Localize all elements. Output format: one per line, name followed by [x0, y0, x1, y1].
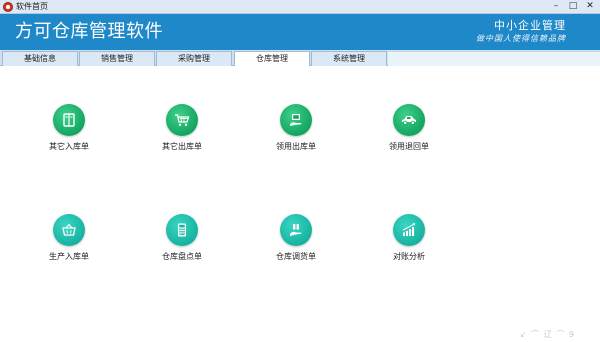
monitor-hand-icon: [280, 104, 312, 136]
tile-requisition-outbound[interactable]: 领用出库单: [256, 104, 336, 168]
slogan-line-2: 做中国人使得信赖品牌: [476, 34, 566, 43]
app-window: 软件首页 – □ ✕ 方可仓库管理软件 中小企业管理 做中国人使得信赖品牌 基础…: [0, 0, 600, 342]
title-bar: 软件首页 – □ ✕: [0, 0, 600, 14]
tile-stock-transfer[interactable]: 仓库调货单: [256, 214, 336, 278]
tile-label: 仓库盘点单: [162, 252, 202, 261]
tile-label: 领用退回单: [389, 142, 429, 151]
tile-stock-count[interactable]: 仓库盘点单: [142, 214, 222, 278]
tile-label: 其它出库单: [162, 142, 202, 151]
tab-purchase[interactable]: 采购管理: [156, 51, 232, 66]
header-banner: 方可仓库管理软件 中小企业管理 做中国人使得信赖品牌: [0, 14, 600, 50]
tile-other-inbound[interactable]: 其它入库单: [29, 104, 109, 168]
tile-label: 对账分析: [393, 252, 425, 261]
warehouse-panel: 其它入库单 其它出库单 领用出库单 领用退回单 生产入库单 仓库盘点单 仓库调货…: [0, 66, 600, 342]
tile-label: 生产入库单: [49, 252, 89, 261]
app-brand-title: 方可仓库管理软件: [15, 21, 163, 42]
tile-label: 领用出库单: [276, 142, 316, 151]
tab-system[interactable]: 系统管理: [311, 51, 387, 66]
tab-sales[interactable]: 销售管理: [79, 51, 155, 66]
close-button[interactable]: ✕: [582, 1, 598, 12]
box-hand-icon: [280, 214, 312, 246]
basket-icon: [53, 214, 85, 246]
tab-strip-filler: [388, 51, 600, 66]
car-icon: [393, 104, 425, 136]
tile-label: 其它入库单: [49, 142, 89, 151]
slogan-line-1: 中小企业管理: [494, 19, 566, 32]
bar-chart-icon: [393, 214, 425, 246]
window-title: 软件首页: [16, 2, 48, 11]
tile-label: 仓库调货单: [276, 252, 316, 261]
maximize-button[interactable]: □: [565, 1, 581, 12]
app-logo-icon: [3, 2, 13, 12]
calculator-icon: [166, 214, 198, 246]
tile-reconciliation-analysis[interactable]: 对账分析: [369, 214, 449, 278]
book-icon: [53, 104, 85, 136]
cart-icon: [166, 104, 198, 136]
tile-requisition-return[interactable]: 领用退回单: [369, 104, 449, 168]
watermark: ↙ ⌒ 辽 ⌒ 9: [520, 330, 575, 339]
tab-basic-info[interactable]: 基础信息: [2, 51, 78, 66]
tab-warehouse[interactable]: 仓库管理: [234, 51, 310, 67]
module-tabs: 基础信息 销售管理 采购管理 仓库管理 系统管理: [0, 50, 600, 67]
tile-production-inbound[interactable]: 生产入库单: [29, 214, 109, 278]
tile-other-outbound[interactable]: 其它出库单: [142, 104, 222, 168]
minimize-button[interactable]: –: [548, 1, 564, 12]
